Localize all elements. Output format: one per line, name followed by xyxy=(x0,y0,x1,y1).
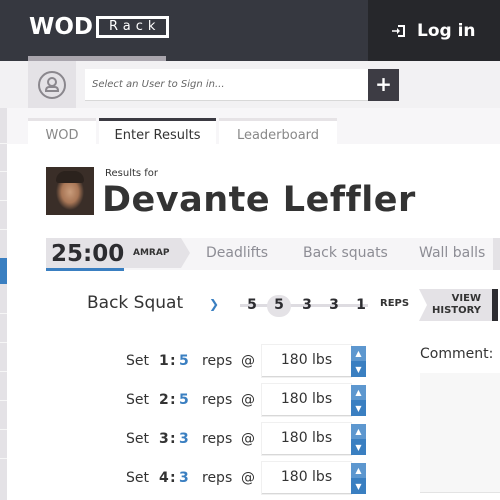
weight-stepper[interactable]: ▲ ▼ xyxy=(351,424,366,455)
set-number: 2 xyxy=(159,392,169,408)
rep-scheme-item[interactable]: 5 xyxy=(240,295,264,317)
weight-stepper[interactable]: ▲ ▼ xyxy=(351,346,366,377)
logo-rack: Rack xyxy=(96,16,170,38)
chevron-up-icon[interactable]: ▲ xyxy=(351,346,366,361)
logo-wod: WOD xyxy=(29,14,94,40)
wod-type: AMRAP xyxy=(133,248,170,258)
set-number: 1 xyxy=(159,353,169,369)
set-colon: : xyxy=(170,392,176,408)
set-colon: : xyxy=(170,431,176,447)
weight-input[interactable]: 180 lbs xyxy=(262,423,351,455)
set-reps: 5 xyxy=(179,392,189,408)
reps-label: REPS xyxy=(380,298,410,309)
set-at: @ xyxy=(241,353,255,369)
user-avatar xyxy=(28,61,76,108)
exercise-deadlifts[interactable]: Deadlifts xyxy=(206,245,268,261)
set-reps-word: reps xyxy=(202,392,233,408)
tab-leaderboard[interactable]: Leaderboard xyxy=(219,118,337,145)
chevron-down-icon[interactable]: ▼ xyxy=(351,401,366,416)
chevron-down-icon[interactable]: ▼ xyxy=(351,440,366,455)
left-sidebar-strip xyxy=(0,108,7,500)
rep-scheme-item-current[interactable]: 5 xyxy=(267,295,291,317)
rep-scheme-item[interactable]: 1 xyxy=(349,295,373,317)
user-select-input[interactable]: Select an User to Sign in... xyxy=(85,69,368,101)
logo[interactable]: WOD Rack xyxy=(29,14,170,40)
set-colon: : xyxy=(170,353,176,369)
set-reps-word: reps xyxy=(202,431,233,447)
set-number: 4 xyxy=(159,470,169,486)
wod-timer[interactable]: 25:00 AMRAP xyxy=(46,238,181,268)
tab-enter-results[interactable]: Enter Results xyxy=(99,118,216,145)
rep-scheme-item[interactable]: 3 xyxy=(322,295,346,317)
user-select-bar: Select an User to Sign in... + xyxy=(0,61,500,108)
set-label: Set xyxy=(126,470,149,486)
add-user-button[interactable]: + xyxy=(368,69,399,101)
comment-label: Comment: xyxy=(420,346,494,362)
view-history-notch xyxy=(419,289,427,321)
chevron-down-icon[interactable]: ▼ xyxy=(351,479,366,494)
set-label: Set xyxy=(126,392,149,408)
login-icon xyxy=(389,21,409,41)
rep-scheme-item[interactable]: 3 xyxy=(295,295,319,317)
set-reps: 3 xyxy=(179,470,189,486)
chevron-down-icon[interactable]: ▼ xyxy=(351,362,366,377)
tab-wod[interactable]: WOD xyxy=(28,118,96,145)
exercise-wall-balls[interactable]: Wall balls xyxy=(419,245,485,261)
login-button[interactable]: Log in xyxy=(368,0,500,61)
sidebar-active-indicator[interactable] xyxy=(0,258,7,284)
comment-textarea[interactable] xyxy=(420,373,500,493)
weight-input[interactable]: 180 lbs xyxy=(262,462,351,494)
set-number: 3 xyxy=(159,431,169,447)
view-history-line1: VIEW xyxy=(451,293,481,304)
weight-stepper[interactable]: ▲ ▼ xyxy=(351,463,366,494)
movement-name: Back Squat xyxy=(87,293,184,313)
set-reps-word: reps xyxy=(202,470,233,486)
timer-value: 25:00 xyxy=(51,241,125,267)
set-at: @ xyxy=(241,392,255,408)
chevron-up-icon[interactable]: ▲ xyxy=(351,385,366,400)
timer-arrow xyxy=(181,238,190,268)
view-history-button[interactable]: VIEW HISTORY xyxy=(419,289,492,321)
timer-progress xyxy=(46,268,124,271)
chevron-up-icon[interactable]: ▲ xyxy=(351,424,366,439)
view-history-line2: HISTORY xyxy=(431,305,481,316)
athlete-photo xyxy=(46,167,94,215)
weight-input[interactable]: 180 lbs xyxy=(262,345,351,377)
set-reps: 5 xyxy=(179,353,189,369)
top-bar: WOD Rack Log in xyxy=(0,0,500,61)
set-at: @ xyxy=(241,470,255,486)
login-label: Log in xyxy=(417,20,476,41)
exercise-back-squats[interactable]: Back squats xyxy=(303,245,388,261)
set-reps-word: reps xyxy=(202,353,233,369)
set-label: Set xyxy=(126,353,149,369)
view-history-edge xyxy=(492,289,498,321)
chevron-up-icon[interactable]: ▲ xyxy=(351,463,366,478)
user-icon xyxy=(38,70,66,99)
athlete-name: Devante Leffler xyxy=(102,180,416,220)
weight-input[interactable]: 180 lbs xyxy=(262,384,351,416)
set-reps: 3 xyxy=(179,431,189,447)
weight-stepper[interactable]: ▲ ▼ xyxy=(351,385,366,416)
wod-bar-edge xyxy=(493,238,500,270)
set-at: @ xyxy=(241,431,255,447)
results-for-label: Results for xyxy=(105,168,159,179)
set-colon: : xyxy=(170,470,176,486)
set-label: Set xyxy=(126,431,149,447)
chevron-right-icon[interactable]: ❯ xyxy=(209,297,219,311)
